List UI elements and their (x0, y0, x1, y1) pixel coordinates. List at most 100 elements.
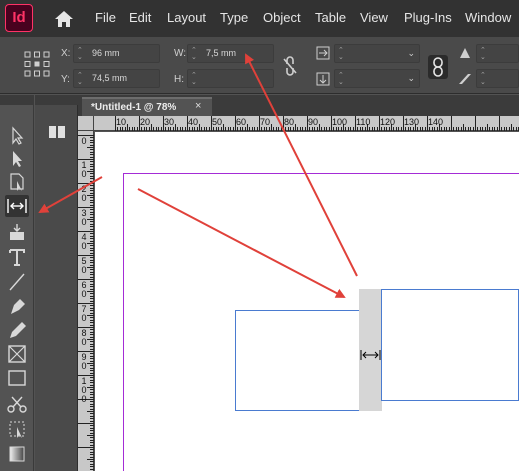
gap-highlight[interactable] (359, 289, 382, 411)
ruler-v-label: 1 0 (81, 160, 87, 179)
shear-icon (459, 74, 471, 84)
y-field[interactable]: ⌃ ⌄ 74,5 mm (73, 69, 160, 88)
menu-table[interactable]: Table (315, 10, 346, 25)
h-stepper[interactable]: ⌃ ⌄ (191, 72, 201, 86)
x-label: X: (61, 48, 71, 59)
scissors-tool-button[interactable] (5, 393, 29, 415)
chevron-down-icon[interactable]: ⌄ (407, 48, 415, 59)
corner-shape-icon (460, 48, 470, 58)
reference-point-icon[interactable] (24, 51, 50, 77)
ruler-h-label: 80 (284, 117, 295, 127)
pages-panel-icon[interactable] (47, 124, 67, 140)
corner-stepper[interactable]: ⌃ ⌄ (480, 47, 490, 61)
free-transform-tool-icon (9, 421, 25, 438)
ruler-origin[interactable] (78, 116, 94, 131)
stroke-weight-icon (316, 46, 330, 60)
pen-tool-button[interactable] (5, 295, 29, 317)
constrain-proportions-button[interactable] (428, 55, 448, 79)
content-collector-tool-button[interactable] (5, 221, 29, 243)
line-tool-icon (9, 273, 25, 291)
content-collector-tool-icon (10, 224, 24, 240)
ruler-v-label: 7 0 (81, 304, 87, 323)
ruler-h-label: 70 (260, 117, 271, 127)
ruler-v-label: 5 0 (81, 256, 87, 275)
chain-link-icon (433, 57, 443, 77)
left-frame[interactable] (235, 310, 360, 411)
close-icon[interactable]: × (195, 100, 201, 112)
vertical-ruler-ticks (78, 135, 94, 470)
stroke-type-field[interactable]: ⌃ ⌄ ⌄ (334, 69, 420, 88)
direct-selection-tool-button[interactable] (5, 148, 29, 170)
ruler-v-label: 4 0 (81, 232, 87, 251)
menu-layout[interactable]: Layout (167, 10, 206, 25)
menu-plug-ins[interactable]: Plug-Ins (404, 10, 452, 25)
rectangle-tool-button[interactable] (5, 367, 29, 389)
ruler-v-label: 9 0 (81, 352, 87, 371)
menu-type[interactable]: Type (220, 10, 248, 25)
menu-window[interactable]: Window (465, 10, 511, 25)
home-icon[interactable] (53, 9, 75, 29)
x-value: 96 mm (92, 48, 120, 58)
x-stepper[interactable]: ⌃ ⌄ (77, 47, 87, 61)
ruler-v-label: 0 (81, 136, 87, 146)
stroke-weight-field[interactable]: ⌃ ⌄ ⌄ (334, 44, 420, 63)
document-tab[interactable]: *Untitled-1 @ 78% × (82, 97, 212, 116)
scissors-tool-icon (7, 396, 27, 413)
w-field[interactable]: ⌃ ⌄ 7,5 mm (187, 44, 274, 63)
w-stepper[interactable]: ⌃ ⌄ (191, 47, 201, 61)
ruler-v-label: 2 0 (81, 184, 87, 203)
ruler-h-label: 10 (116, 117, 127, 127)
selection-tool-button[interactable] (5, 125, 29, 147)
free-transform-tool-button[interactable] (5, 418, 29, 440)
menu-object[interactable]: Object (263, 10, 301, 25)
h-label: H: (174, 74, 184, 85)
ruler-h-label: 50 (212, 117, 223, 127)
chevron-down-icon[interactable]: ⌄ (407, 73, 415, 84)
w-label: W: (174, 48, 187, 59)
h-field[interactable]: ⌃ ⌄ (187, 69, 274, 88)
type-tool-icon (9, 249, 25, 266)
gap-tool-button[interactable] (5, 195, 29, 217)
menu-edit[interactable]: Edit (129, 10, 151, 25)
menu-bar: Id File Edit Layout Type Object Table Vi… (0, 0, 519, 37)
y-stepper[interactable]: ⌃ ⌄ (77, 72, 87, 86)
ruler-v-label: 1 0 0 (81, 376, 87, 404)
line-tool-button[interactable] (5, 271, 29, 293)
stroke-weight-stepper[interactable]: ⌃ ⌄ (338, 47, 348, 61)
y-value: 74,5 mm (92, 73, 128, 83)
ruler-h-label: 40 (188, 117, 199, 127)
gap-tool-icon (7, 199, 27, 213)
x-field[interactable]: ⌃ ⌄ 96 mm (73, 44, 160, 63)
y-label: Y: (61, 74, 70, 85)
corner-field[interactable]: ⌃ ⌄ (476, 44, 519, 63)
document-tab-title: *Untitled-1 @ 78% (91, 102, 177, 113)
horizontal-ruler-ticks (115, 116, 519, 131)
ruler-v-label: 6 0 (81, 280, 87, 299)
pages-header[interactable] (35, 95, 78, 105)
type-tool-button[interactable] (5, 246, 29, 268)
ruler-v-label: 8 0 (81, 328, 87, 347)
ruler-h-label: 120 (380, 117, 396, 127)
rectangle-frame-tool-icon (8, 345, 26, 363)
horizontal-ruler[interactable]: 10 20 30 40 50 60 70 80 90 100 110 120 1… (94, 116, 519, 131)
selection-tool-icon (12, 126, 24, 145)
shear-stepper[interactable]: ⌃ ⌄ (480, 72, 490, 86)
right-frame[interactable] (381, 289, 519, 401)
link-broken-icon[interactable] (282, 55, 298, 77)
w-value: 7,5 mm (206, 48, 237, 58)
rectangle-frame-tool-button[interactable] (5, 343, 29, 365)
toolbar-header[interactable] (0, 95, 34, 105)
vertical-ruler[interactable]: 0 1 0 2 0 3 0 4 0 5 0 6 0 7 0 8 0 9 0 1 … (78, 131, 94, 471)
pencil-tool-button[interactable] (5, 319, 29, 341)
menu-file[interactable]: File (95, 10, 116, 25)
menu-view[interactable]: View (360, 10, 388, 25)
stroke-type-icon (316, 72, 330, 86)
tools-panel (0, 105, 34, 471)
shear-field[interactable]: ⌃ ⌄ (476, 69, 519, 88)
ruler-h-label: 130 (404, 117, 420, 127)
stroke-type-stepper[interactable]: ⌃ ⌄ (338, 72, 348, 86)
gradient-swatch-tool-button[interactable] (5, 443, 29, 465)
ruler-h-label: 140 (428, 117, 444, 127)
page-tool-button[interactable] (5, 171, 29, 193)
direct-selection-tool-icon (13, 151, 22, 167)
